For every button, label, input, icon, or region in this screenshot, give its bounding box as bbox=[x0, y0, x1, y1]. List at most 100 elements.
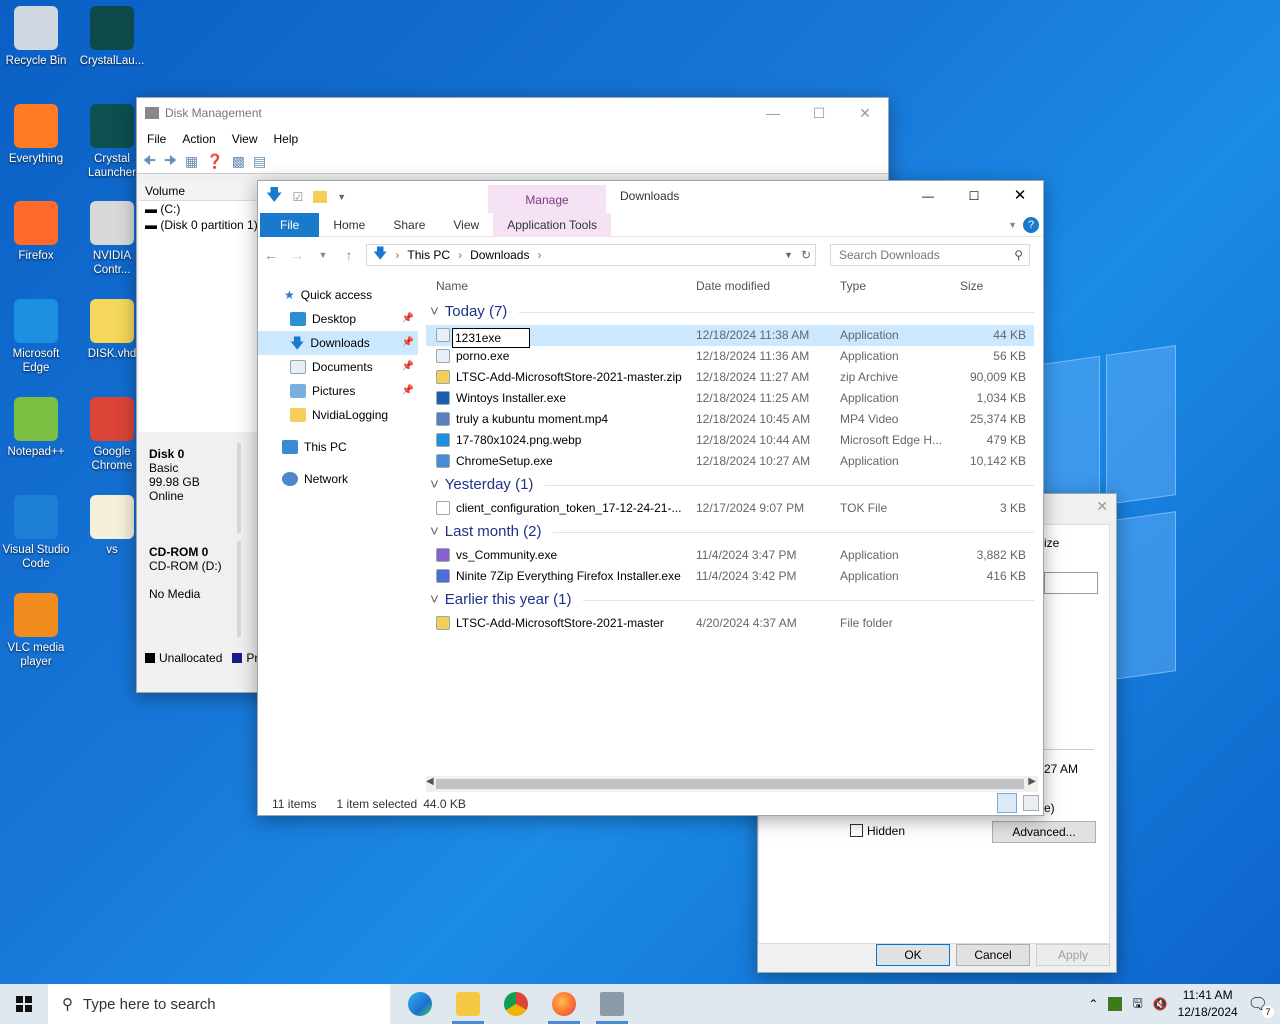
maximize-button[interactable]: ☐ bbox=[796, 105, 842, 122]
expand-ribbon-icon[interactable]: ▼ bbox=[1002, 213, 1023, 237]
tab-home[interactable]: Home bbox=[319, 213, 379, 237]
cdrom-block[interactable]: CD-ROM 0 CD-ROM (D:) No Media bbox=[145, 541, 241, 637]
apply-button[interactable]: Apply bbox=[1036, 944, 1110, 966]
minimize-button[interactable]: — bbox=[750, 105, 796, 122]
horizontal-scrollbar[interactable]: ◀ ▶ bbox=[426, 776, 1038, 792]
hidden-checkbox[interactable] bbox=[850, 824, 863, 837]
customize-toolbar-icon[interactable]: ▼ bbox=[337, 192, 346, 202]
breadcrumb-downloads[interactable]: Downloads bbox=[470, 248, 529, 262]
breadcrumb[interactable]: 🡇 › This PC › Downloads › ▼ ↻ bbox=[366, 244, 816, 266]
pin-icon[interactable]: 📌 bbox=[402, 355, 414, 379]
cancel-button[interactable]: Cancel bbox=[956, 944, 1030, 966]
column-type[interactable]: Type bbox=[840, 279, 866, 293]
notifications-icon[interactable]: 🗨 7 bbox=[1248, 994, 1274, 1018]
group-header[interactable]: ˅ Today (7) bbox=[426, 299, 1034, 325]
taskbar-chrome[interactable] bbox=[492, 984, 540, 1024]
close-button[interactable]: ✕ bbox=[997, 181, 1043, 211]
scroll-thumb[interactable] bbox=[436, 779, 1024, 789]
pin-icon[interactable]: 📌 bbox=[402, 379, 414, 403]
volume-row[interactable]: ▬ (Disk 0 partition 1) bbox=[139, 217, 258, 233]
nav-documents[interactable]: Documents 📌 bbox=[258, 355, 418, 379]
nav-nvidialogging[interactable]: NvidiaLogging bbox=[258, 403, 418, 427]
search-input[interactable]: Search Downloads ⚲ bbox=[830, 244, 1030, 266]
properties-icon[interactable]: ▩ bbox=[232, 153, 245, 170]
file-row[interactable]: truly a kubuntu moment.mp4 12/18/2024 10:… bbox=[426, 409, 1034, 430]
details-view-icon[interactable] bbox=[997, 793, 1017, 813]
recent-locations-icon[interactable]: ▼ bbox=[310, 250, 336, 260]
properties-check-icon[interactable]: ☑ bbox=[292, 190, 303, 204]
close-button[interactable]: ✕ bbox=[842, 105, 888, 122]
dialog-close-button[interactable]: ✕ bbox=[1096, 498, 1108, 515]
large-icons-view-icon[interactable] bbox=[1023, 795, 1039, 811]
chevron-up-icon[interactable]: ⌃ bbox=[1088, 997, 1098, 1011]
clock[interactable]: 11:41 AM 12/18/2024 bbox=[1178, 987, 1238, 1021]
desktop-icon[interactable]: Microsoft Edge bbox=[0, 299, 72, 375]
tab-view[interactable]: View bbox=[439, 213, 493, 237]
file-row[interactable]: Ninite 7Zip Everything Firefox Installer… bbox=[426, 566, 1034, 587]
desktop-icon[interactable]: Firefox bbox=[0, 201, 72, 263]
volume-mute-icon[interactable]: 🔇 bbox=[1153, 997, 1168, 1011]
menu-help[interactable]: Help bbox=[274, 132, 299, 146]
file-row[interactable]: client_configuration_token_17-12-24-21-.… bbox=[426, 498, 1034, 519]
help-icon[interactable]: ❓ bbox=[206, 153, 223, 170]
desktop-icon[interactable]: Recycle Bin bbox=[0, 6, 72, 68]
group-header[interactable]: ˅ Last month (2) bbox=[426, 519, 1034, 545]
chevron-down-icon[interactable]: ˅ bbox=[430, 587, 439, 613]
manage-tab[interactable]: Manage bbox=[488, 185, 606, 213]
file-row[interactable]: Wintoys Installer.exe 12/18/2024 11:25 AM… bbox=[426, 388, 1034, 409]
nav-pictures[interactable]: Pictures 📌 bbox=[258, 379, 418, 403]
desktop-icon[interactable]: CrystalLau... bbox=[76, 6, 148, 68]
file-row[interactable]: ChromeSetup.exe 12/18/2024 10:27 AM Applic… bbox=[426, 451, 1034, 472]
group-header[interactable]: ˅ Yesterday (1) bbox=[426, 472, 1034, 498]
desktop-icon[interactable]: VLC media player bbox=[0, 593, 72, 669]
tab-share[interactable]: Share bbox=[379, 213, 439, 237]
minimize-button[interactable]: — bbox=[905, 181, 951, 211]
new-folder-icon[interactable] bbox=[313, 191, 328, 203]
desktop-icon[interactable]: Visual Studio Code bbox=[0, 495, 72, 571]
taskbar-search-box[interactable]: ⚲ Type here to search bbox=[48, 984, 390, 1024]
taskbar-file-explorer[interactable] bbox=[444, 984, 492, 1024]
tab-file[interactable]: File bbox=[260, 212, 320, 237]
desktop-icon[interactable]: Everything bbox=[0, 104, 72, 166]
chevron-down-icon[interactable]: ˅ bbox=[430, 299, 439, 325]
partial-field[interactable] bbox=[1044, 572, 1098, 594]
refresh-icon[interactable]: ↻ bbox=[801, 248, 811, 262]
nvidia-tray-icon[interactable] bbox=[1108, 997, 1123, 1011]
menu-action[interactable]: Action bbox=[182, 132, 215, 146]
column-name[interactable]: Name bbox=[436, 279, 468, 293]
file-row[interactable]: porno.exe 12/18/2024 11:36 AM Application 5… bbox=[426, 346, 1034, 367]
group-header[interactable]: ˅ Earlier this year (1) bbox=[426, 587, 1034, 613]
chevron-down-icon[interactable]: ˅ bbox=[430, 472, 439, 498]
scroll-left-icon[interactable]: ◀ bbox=[426, 776, 434, 787]
breadcrumb-this-pc[interactable]: This PC bbox=[407, 248, 450, 262]
scroll-right-icon[interactable]: ▶ bbox=[1028, 776, 1036, 787]
advanced-button[interactable]: Advanced... bbox=[992, 821, 1096, 843]
up-arrow-icon[interactable]: ↑ bbox=[336, 247, 362, 263]
column-date-modified[interactable]: Date modified bbox=[696, 279, 770, 293]
volume-header[interactable]: Volume bbox=[139, 182, 257, 201]
taskbar-disk-management[interactable] bbox=[588, 984, 636, 1024]
nav-this-pc[interactable]: This PC bbox=[258, 435, 418, 459]
file-row[interactable]: vs_Community.exe 11/4/2024 3:47 PM Applica… bbox=[426, 545, 1034, 566]
pin-icon[interactable]: 📌 bbox=[402, 331, 414, 355]
pin-icon[interactable]: 📌 bbox=[402, 307, 414, 331]
start-button[interactable] bbox=[16, 996, 32, 1015]
nav-downloads[interactable]: 🡇 Downloads 📌 bbox=[258, 331, 418, 355]
tab-application-tools[interactable]: Application Tools bbox=[493, 212, 612, 237]
rename-input[interactable]: 1231exe bbox=[452, 328, 530, 348]
desktop-icon[interactable]: Notepad++ bbox=[0, 397, 72, 459]
settings-icon[interactable]: ▤ bbox=[253, 153, 266, 170]
menu-file[interactable]: File bbox=[147, 132, 166, 146]
forward-arrow-icon[interactable]: → bbox=[284, 247, 310, 263]
maximize-button[interactable]: ☐ bbox=[951, 181, 997, 211]
menu-view[interactable]: View bbox=[232, 132, 258, 146]
console-tree-icon[interactable]: ▦ bbox=[185, 153, 198, 170]
volume-row[interactable]: ▬ (C:) bbox=[139, 201, 257, 217]
file-explorer-window[interactable]: 🡇 ☑ ▼ Manage Downloads — ☐ ✕ File Home S… bbox=[257, 180, 1044, 816]
nav-desktop[interactable]: Desktop 📌 bbox=[258, 307, 418, 331]
file-row[interactable]: 17-780x1024.png.webp 12/18/2024 10:44 AM M… bbox=[426, 430, 1034, 451]
address-dropdown-icon[interactable]: ▼ bbox=[784, 250, 793, 260]
nav-network[interactable]: Network bbox=[258, 467, 418, 491]
help-icon[interactable]: ? bbox=[1023, 216, 1039, 233]
forward-arrow-icon[interactable]: 🠊 bbox=[164, 150, 177, 174]
